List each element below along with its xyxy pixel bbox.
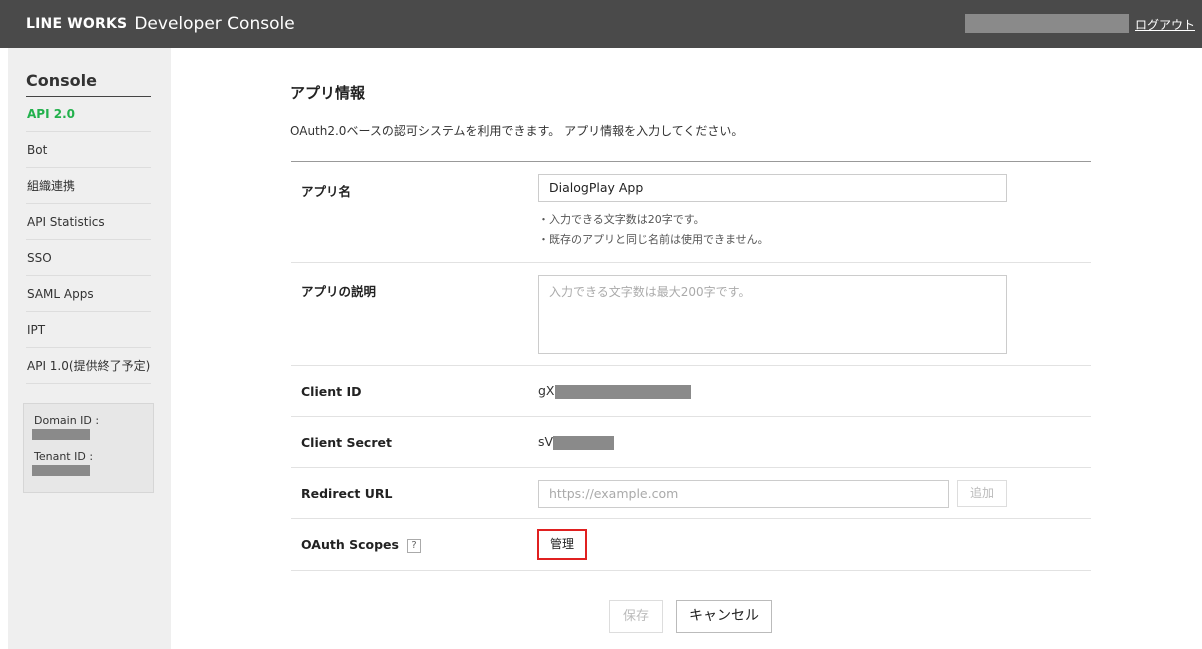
app-name-hint-unique: ・既存のアプリと同じ名前は使用できません。 <box>538 233 769 246</box>
app-description-label: アプリの説明 <box>301 284 377 299</box>
client-id-redacted <box>554 384 691 399</box>
sidebar-item-ipt[interactable]: IPT <box>26 312 151 348</box>
help-icon[interactable]: ? <box>406 538 421 553</box>
save-button[interactable]: 保存 <box>609 600 663 633</box>
logout-link[interactable]: ログアウト <box>1135 16 1195 33</box>
add-redirect-url-button[interactable]: 追加 <box>957 480 1007 507</box>
page-description: OAuth2.0ベースの認可システムを利用できます。 アプリ情報を入力してくださ… <box>290 124 744 138</box>
app-name-input[interactable]: DialogPlay App <box>538 174 1007 202</box>
oauth-scopes-label-wrap: OAuth Scopes? <box>301 537 421 553</box>
sidebar-item-saml-apps[interactable]: SAML Apps <box>26 276 151 312</box>
client-secret-label: Client Secret <box>301 435 392 450</box>
client-secret-redacted <box>553 435 615 450</box>
domain-id-redacted <box>32 429 90 440</box>
app-info-form: アプリ名 DialogPlay App ・入力できる文字数は20字です。 ・既存… <box>291 161 1091 571</box>
top-bar: LINE WORKS Developer Console ログアウト <box>0 0 1202 48</box>
app-description-textarea[interactable]: 入力できる文字数は最大200字です。 <box>538 275 1007 354</box>
app-name-label: アプリ名 <box>301 184 352 199</box>
tenant-id-redacted <box>32 465 90 476</box>
oauth-scopes-label: OAuth Scopes <box>301 537 399 552</box>
brand-logo: LINE WORKS <box>26 16 128 32</box>
client-secret-row: Client Secret sV <box>291 417 1091 468</box>
domain-id-label: Domain ID : <box>34 414 100 427</box>
sidebar-title: Console <box>26 71 97 90</box>
sidebar-nav: API 2.0 Bot 組織連携 API Statistics SSO SAML… <box>26 96 151 384</box>
oauth-scopes-row: OAuth Scopes? 管理 <box>291 519 1091 571</box>
redirect-url-label: Redirect URL <box>301 486 393 501</box>
user-name-redacted <box>965 14 1129 33</box>
sidebar-item-api-1[interactable]: API 1.0(提供終了予定) <box>26 348 151 384</box>
client-id-label: Client ID <box>301 384 362 399</box>
tenant-id-label: Tenant ID : <box>34 450 94 463</box>
tenant-info-box: Domain ID : Tenant ID : <box>23 403 154 493</box>
redirect-url-input[interactable]: https://example.com <box>538 480 949 508</box>
app-description-row: アプリの説明 入力できる文字数は最大200字です。 <box>291 263 1091 366</box>
client-secret-value: sV <box>538 434 615 450</box>
sidebar-item-sso[interactable]: SSO <box>26 240 151 276</box>
client-id-value: gX <box>538 383 691 399</box>
page-title: アプリ情報 <box>290 84 366 102</box>
sidebar-item-org-sync[interactable]: 組織連携 <box>26 168 151 204</box>
cancel-button[interactable]: キャンセル <box>676 600 772 633</box>
app-name-hint-length: ・入力できる文字数は20字です。 <box>538 213 705 226</box>
sidebar: Console API 2.0 Bot 組織連携 API Statistics … <box>8 48 171 649</box>
sidebar-item-api-statistics[interactable]: API Statistics <box>26 204 151 240</box>
manage-scopes-button[interactable]: 管理 <box>537 529 587 560</box>
client-secret-prefix: sV <box>538 434 554 449</box>
client-id-prefix: gX <box>538 383 555 398</box>
sidebar-item-bot[interactable]: Bot <box>26 132 151 168</box>
redirect-url-row: Redirect URL https://example.com 追加 <box>291 468 1091 519</box>
client-id-row: Client ID gX <box>291 366 1091 417</box>
sidebar-item-api-2[interactable]: API 2.0 <box>26 96 151 132</box>
app-name-row: アプリ名 DialogPlay App ・入力できる文字数は20字です。 ・既存… <box>291 162 1091 263</box>
product-title: Developer Console <box>134 14 295 34</box>
